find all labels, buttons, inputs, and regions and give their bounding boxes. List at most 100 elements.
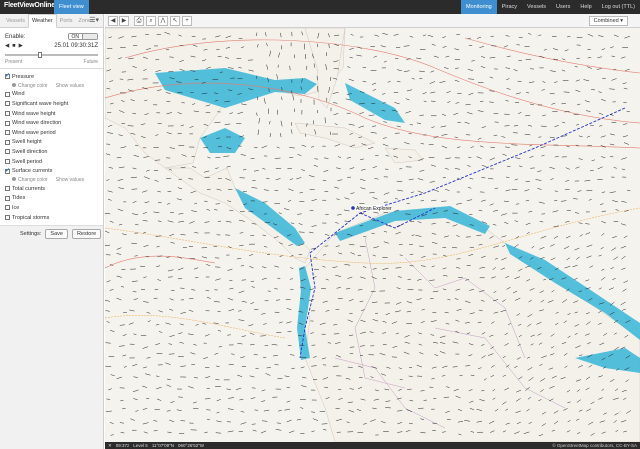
layer-checkbox[interactable] bbox=[5, 101, 10, 107]
vessel-marker[interactable]: African Explorer bbox=[351, 205, 392, 212]
layer-checkbox[interactable] bbox=[5, 120, 10, 126]
time-slider[interactable] bbox=[5, 52, 98, 58]
current-arrow bbox=[261, 313, 266, 315]
layer-checkbox[interactable] bbox=[5, 91, 10, 97]
measure-icon[interactable]: ⋀ bbox=[158, 16, 168, 26]
current-arrow bbox=[528, 33, 532, 35]
layer-checkbox[interactable] bbox=[5, 215, 10, 221]
current-arrow bbox=[178, 220, 185, 223]
current-arrow bbox=[238, 431, 243, 433]
stop-icon[interactable]: ■ bbox=[12, 43, 15, 49]
current-arrow bbox=[615, 209, 619, 211]
layer-select[interactable]: Combined ▾ bbox=[588, 16, 628, 26]
layer-item[interactable]: Swell height bbox=[5, 138, 98, 148]
layer-options: Change color Show values bbox=[5, 176, 98, 184]
layer-checkbox[interactable] bbox=[5, 205, 10, 211]
nav-users[interactable]: Users bbox=[551, 0, 575, 14]
vessel-icon[interactable] bbox=[351, 206, 355, 210]
change-color-link[interactable]: Change color bbox=[12, 176, 48, 183]
current-arrow bbox=[420, 200, 425, 202]
current-arrow bbox=[240, 411, 245, 413]
current-arrow bbox=[133, 298, 138, 300]
show-values-link[interactable]: Show values bbox=[56, 177, 84, 183]
map-canvas[interactable]: African Explorer bbox=[105, 28, 640, 442]
current-arrow bbox=[621, 200, 627, 203]
menu-icon[interactable]: ☰▾ bbox=[89, 16, 99, 24]
change-color-link[interactable]: Change color bbox=[12, 82, 48, 89]
current-arrow bbox=[374, 34, 379, 37]
restore-button[interactable]: Restore bbox=[71, 229, 102, 240]
layer-item[interactable]: Swell direction bbox=[5, 147, 98, 157]
print-icon[interactable]: ⎙ bbox=[134, 16, 144, 26]
layer-item[interactable]: Swell period bbox=[5, 157, 98, 167]
tab-ports[interactable]: Ports bbox=[57, 15, 76, 27]
crosshair-icon[interactable]: + bbox=[182, 16, 192, 26]
layer-item[interactable]: Wind bbox=[5, 90, 98, 100]
current-arrow bbox=[525, 92, 530, 94]
current-arrow bbox=[343, 209, 350, 212]
zoom-icon[interactable]: ⌕ bbox=[146, 16, 156, 26]
layer-checkbox[interactable] bbox=[5, 149, 10, 155]
app-logo[interactable]: FleetViewOnline bbox=[4, 2, 55, 9]
layer-checkbox[interactable] bbox=[5, 72, 10, 80]
current-arrow bbox=[404, 142, 410, 145]
layer-checkbox[interactable] bbox=[5, 139, 10, 145]
pointer-icon[interactable]: ↖ bbox=[170, 16, 180, 26]
map-svg[interactable]: African Explorer bbox=[105, 28, 640, 442]
close-status-icon[interactable]: ✕ bbox=[108, 442, 112, 449]
slider-handle[interactable] bbox=[38, 52, 43, 58]
map-attribution[interactable]: © OpenStreetMap contributors, CC-BY-SA bbox=[552, 442, 640, 449]
current-arrow bbox=[528, 124, 533, 127]
current-arrow bbox=[129, 309, 135, 312]
nav-logout[interactable]: Log out (TTL) bbox=[597, 0, 640, 14]
layer-checkbox[interactable] bbox=[5, 167, 10, 174]
layer-item[interactable]: Total currents bbox=[5, 184, 98, 194]
show-values-link[interactable]: Show values bbox=[56, 83, 84, 89]
layer-item[interactable]: Surface currents bbox=[5, 166, 98, 176]
current-arrow bbox=[166, 203, 171, 205]
nav-piracy[interactable]: Piracy bbox=[497, 0, 522, 14]
layer-item[interactable]: Wind wave period bbox=[5, 128, 98, 138]
save-button[interactable]: Save bbox=[45, 229, 68, 240]
current-arrow bbox=[271, 343, 278, 346]
layer-checkbox[interactable] bbox=[5, 186, 10, 192]
tab-vessels[interactable]: Vessels bbox=[3, 15, 28, 27]
layer-item[interactable]: Tides bbox=[5, 194, 98, 204]
current-arrow bbox=[166, 384, 171, 387]
current-arrow bbox=[105, 153, 111, 156]
layer-item[interactable]: Tropical storms bbox=[5, 213, 98, 223]
layer-item[interactable]: Ice bbox=[5, 203, 98, 213]
layer-checkbox[interactable] bbox=[5, 130, 10, 136]
tab-weather[interactable]: Weather bbox=[27, 14, 57, 28]
current-arrow bbox=[105, 410, 112, 412]
sidebar-tabs: Vessels Weather Ports Zones ☰▾ bbox=[0, 14, 103, 28]
current-arrow bbox=[167, 269, 174, 272]
step-back-icon[interactable]: ◀ bbox=[5, 43, 9, 49]
current-arrow bbox=[109, 289, 114, 291]
collapse-sidebar-icon[interactable]: ◀ bbox=[108, 16, 118, 26]
layer-item[interactable]: Wind wave direction bbox=[5, 118, 98, 128]
enable-label: Enable: bbox=[5, 33, 26, 40]
layer-checkbox[interactable] bbox=[5, 195, 10, 201]
expand-icon[interactable]: ▶ bbox=[119, 16, 129, 26]
layer-checkbox[interactable] bbox=[5, 111, 10, 117]
current-arrow bbox=[178, 213, 184, 215]
current-arrow bbox=[261, 266, 267, 269]
layer-item[interactable]: Wind wave height bbox=[5, 109, 98, 119]
current-arrow bbox=[445, 55, 450, 58]
toggle-on-label: ON bbox=[68, 34, 83, 40]
nav-help[interactable]: Help bbox=[575, 0, 596, 14]
enable-toggle[interactable]: ON bbox=[67, 33, 98, 40]
nav-vessels[interactable]: Vessels bbox=[522, 0, 551, 14]
fleet-view-tab[interactable]: Fleet view bbox=[54, 0, 89, 14]
layer-item[interactable]: Significant wave height bbox=[5, 99, 98, 109]
current-arrow bbox=[142, 212, 147, 214]
step-forward-icon[interactable]: ▶ bbox=[19, 43, 23, 49]
layer-item[interactable]: Pressure bbox=[5, 72, 98, 82]
current-arrow bbox=[588, 198, 592, 201]
layer-checkbox[interactable] bbox=[5, 159, 10, 165]
current-arrow bbox=[431, 43, 436, 46]
current-arrow bbox=[205, 376, 211, 379]
current-arrow bbox=[505, 189, 511, 192]
nav-monitoring[interactable]: Monitoring bbox=[461, 0, 497, 14]
